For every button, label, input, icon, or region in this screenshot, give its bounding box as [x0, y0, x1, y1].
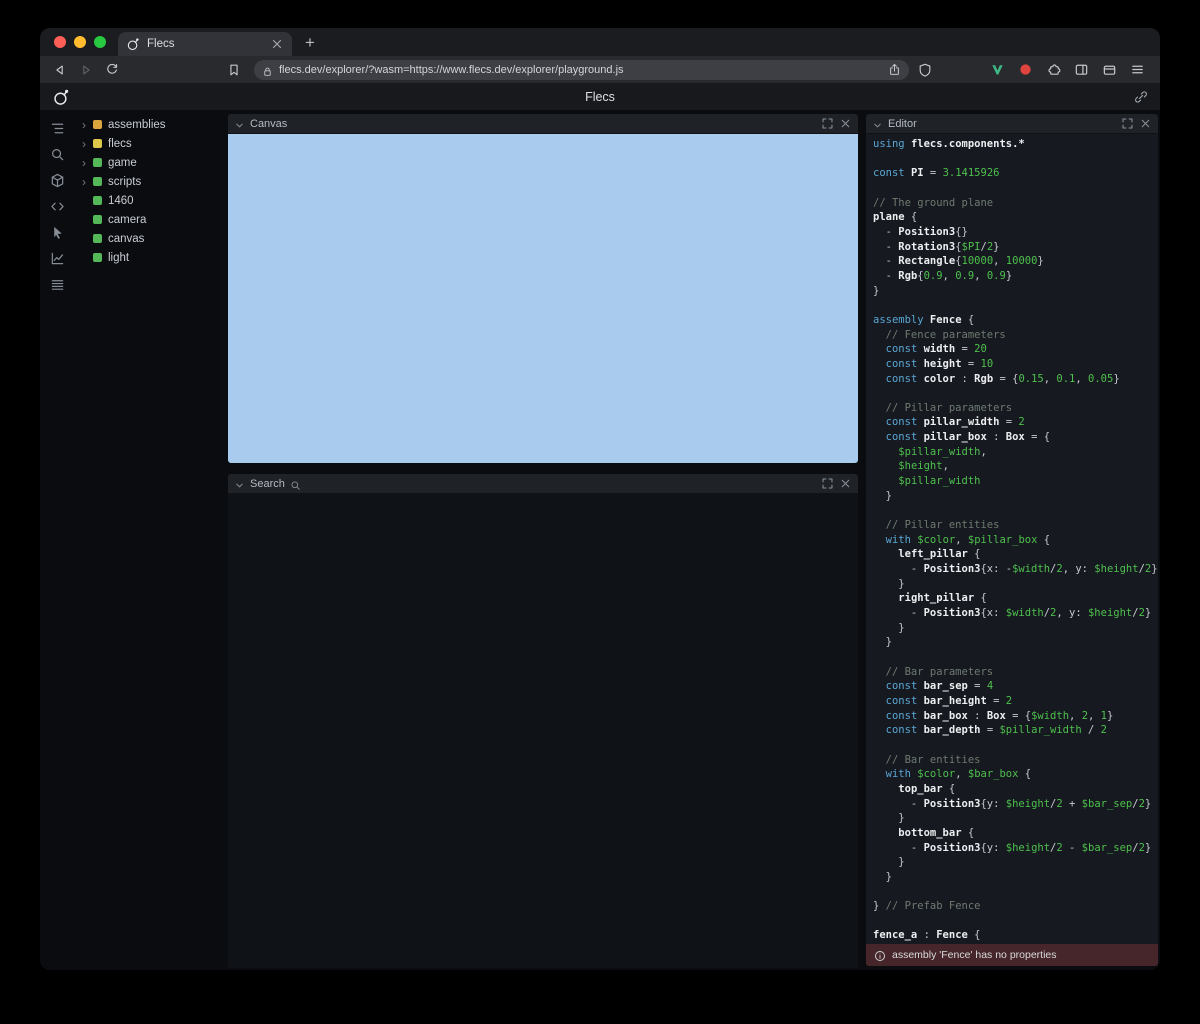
tree-item-scripts[interactable]: › scripts: [75, 172, 225, 191]
search-panel-title: Search: [250, 478, 285, 490]
collapse-chevron-icon[interactable]: [872, 118, 883, 129]
url-text: flecs.dev/explorer/?wasm=https://www.fle…: [279, 64, 882, 76]
share-icon[interactable]: [888, 63, 901, 76]
expand-arrow-icon[interactable]: ›: [82, 138, 93, 150]
tree-item-1460[interactable]: 1460: [75, 191, 225, 210]
cursor-rail-icon[interactable]: [47, 222, 69, 242]
link-icon[interactable]: [1134, 90, 1148, 104]
canvas-panel-header: Canvas: [228, 114, 858, 134]
tree-item-label: game: [108, 157, 137, 169]
search-results-area[interactable]: [228, 494, 858, 968]
page-title: Flecs: [40, 90, 1160, 104]
entity-color-square: [93, 177, 102, 186]
expand-panel-icon[interactable]: [1121, 117, 1134, 130]
zoom-window-button[interactable]: [94, 36, 106, 48]
entity-color-square: [93, 120, 102, 129]
app-content: › assemblies › flecs › game › scripts 1460 camera…: [40, 110, 1160, 970]
address-bar[interactable]: flecs.dev/explorer/?wasm=https://www.fle…: [254, 60, 909, 80]
entity-tree: › assemblies › flecs › game › scripts 1460 camera…: [75, 110, 225, 970]
bookmark-icon[interactable]: [224, 60, 244, 80]
render-canvas[interactable]: [228, 134, 858, 463]
info-icon: [874, 949, 886, 961]
icon-rail: [40, 110, 75, 970]
close-panel-icon[interactable]: [839, 117, 852, 130]
forward-button[interactable]: [76, 60, 96, 80]
tree-item-label: camera: [108, 214, 146, 226]
vue-devtools-icon[interactable]: [989, 61, 1006, 78]
tree-item-label: light: [108, 252, 129, 264]
expand-panel-icon[interactable]: [821, 117, 834, 130]
tree-item-flecs[interactable]: › flecs: [75, 134, 225, 153]
tree-item-camera[interactable]: camera: [75, 210, 225, 229]
lock-icon: [262, 64, 273, 75]
expand-panel-icon[interactable]: [821, 477, 834, 490]
code-lines[interactable]: using flecs.components.* const PI = 3.14…: [866, 134, 1158, 944]
browser-tab[interactable]: Flecs: [118, 32, 292, 56]
extensions-puzzle-icon[interactable]: [1045, 61, 1062, 78]
tree-item-label: assemblies: [108, 119, 166, 131]
search-panel: Search: [228, 474, 858, 968]
tree-item-label: 1460: [108, 195, 134, 207]
tab-strip: Flecs +: [40, 28, 1160, 56]
canvas-panel-title: Canvas: [250, 118, 287, 130]
error-bar: assembly 'Fence' has no properties: [866, 944, 1158, 966]
rows-rail-icon[interactable]: [47, 274, 69, 294]
tree-item-game[interactable]: › game: [75, 153, 225, 172]
shield-icon[interactable]: [915, 60, 935, 80]
browser-toolbar: flecs.dev/explorer/?wasm=https://www.fle…: [40, 56, 1160, 83]
collapse-chevron-icon[interactable]: [234, 118, 245, 129]
editor-panel-header: Editor: [866, 114, 1158, 134]
expand-arrow-icon[interactable]: ›: [82, 157, 93, 169]
tree-item-label: scripts: [108, 176, 141, 188]
expand-arrow-icon[interactable]: ›: [82, 176, 93, 188]
search-icon: [290, 478, 301, 489]
cube-rail-icon[interactable]: [47, 170, 69, 190]
page-header: Flecs: [40, 83, 1160, 110]
code-rail-icon[interactable]: [47, 196, 69, 216]
tab-close-icon[interactable]: [270, 37, 284, 51]
tree-item-label: flecs: [108, 138, 132, 150]
extensions-cluster: [989, 61, 1150, 78]
entity-color-square: [93, 234, 102, 243]
entity-color-square: [93, 196, 102, 205]
record-extension-icon[interactable]: [1017, 61, 1034, 78]
entity-color-square: [93, 253, 102, 262]
search-panel-header: Search: [228, 474, 858, 494]
tree-item-canvas[interactable]: canvas: [75, 229, 225, 248]
new-tab-button[interactable]: +: [298, 32, 322, 56]
screen: Flecs + flecs.dev/explorer/?wasm=https:/…: [0, 0, 1200, 1024]
entity-color-square: [93, 139, 102, 148]
browser-window: Flecs + flecs.dev/explorer/?wasm=https:/…: [40, 28, 1160, 970]
tree-rail-icon[interactable]: [47, 118, 69, 138]
editor-panel: Editor using flecs.components.* const PI…: [866, 114, 1158, 966]
tree-item-label: canvas: [108, 233, 144, 245]
tree-item-assemblies[interactable]: › assemblies: [75, 115, 225, 134]
close-panel-icon[interactable]: [1139, 117, 1152, 130]
search-rail-icon[interactable]: [47, 144, 69, 164]
tab-title: Flecs: [147, 38, 263, 50]
editor-panel-title: Editor: [888, 118, 917, 130]
flecs-favicon-icon: [126, 37, 140, 51]
menu-icon[interactable]: [1129, 61, 1146, 78]
close-panel-icon[interactable]: [839, 477, 852, 490]
reload-button[interactable]: [102, 60, 122, 80]
chart-rail-icon[interactable]: [47, 248, 69, 268]
tree-item-light[interactable]: light: [75, 248, 225, 267]
back-button[interactable]: [50, 60, 70, 80]
error-message: assembly 'Fence' has no properties: [892, 949, 1057, 961]
expand-arrow-icon[interactable]: ›: [82, 119, 93, 131]
traffic-lights: [40, 36, 118, 56]
side-panel-icon[interactable]: [1073, 61, 1090, 78]
entity-color-square: [93, 158, 102, 167]
close-window-button[interactable]: [54, 36, 66, 48]
minimize-window-button[interactable]: [74, 36, 86, 48]
entity-color-square: [93, 215, 102, 224]
canvas-panel: Canvas: [228, 114, 858, 463]
collapse-chevron-icon[interactable]: [234, 478, 245, 489]
wallet-icon[interactable]: [1101, 61, 1118, 78]
